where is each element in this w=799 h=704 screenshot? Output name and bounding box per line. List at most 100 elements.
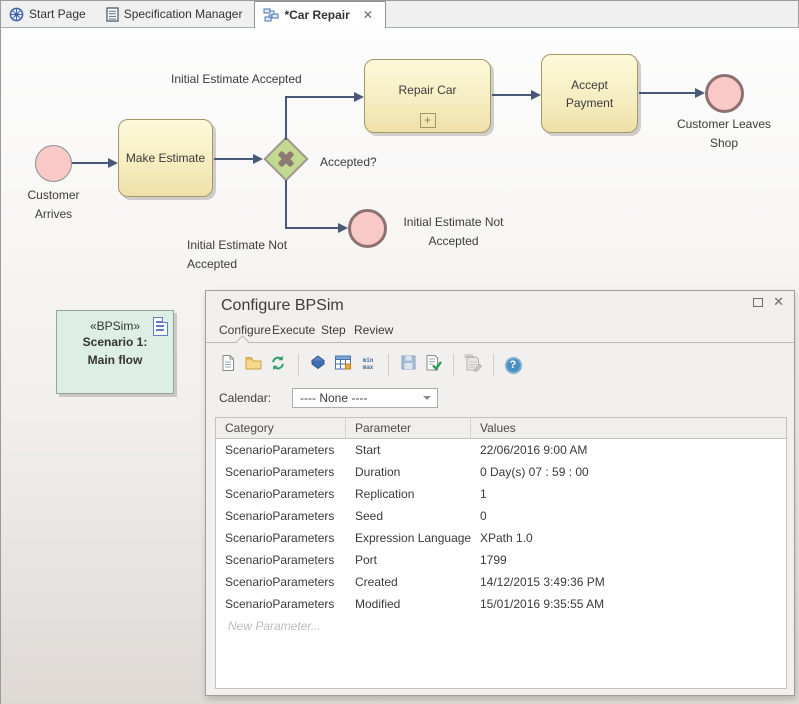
save-button[interactable] bbox=[396, 353, 420, 377]
configure-bpsim-dialog: Configure BPSim ✕ Configure Execute Step… bbox=[205, 290, 795, 696]
cell-category: ScenarioParameters bbox=[225, 597, 335, 611]
table-row[interactable]: ScenarioParameters Replication 1 bbox=[216, 483, 786, 505]
flow-not-accepted-segment[interactable] bbox=[285, 180, 287, 228]
toolbar-separator bbox=[493, 354, 494, 376]
table-icon bbox=[334, 354, 352, 376]
cell-value: 14/12/2015 3:49:36 PM bbox=[480, 575, 605, 589]
tab-start-page[interactable]: Start Page bbox=[1, 1, 98, 27]
task-accept-payment[interactable]: Accept Payment bbox=[541, 54, 638, 133]
flow-not-accepted-segment[interactable] bbox=[285, 227, 338, 229]
cell-category: ScenarioParameters bbox=[225, 531, 335, 545]
bpsim-scenario-artifact[interactable]: «BPSim» Scenario 1: Main flow bbox=[56, 310, 174, 394]
flow-accepted-segment[interactable] bbox=[285, 96, 354, 98]
calendar-label: Calendar: bbox=[219, 391, 272, 405]
dialog-toolbar: min max XML ? bbox=[206, 343, 794, 387]
artifact-name: Scenario 1: Main flow bbox=[82, 335, 148, 367]
cell-value: 0 bbox=[480, 509, 487, 523]
cell-category: ScenarioParameters bbox=[225, 509, 335, 523]
dialog-title: Configure BPSim bbox=[221, 296, 344, 314]
dialog-titlebar[interactable]: Configure BPSim ✕ bbox=[206, 291, 794, 320]
table-row[interactable]: ScenarioParameters Created 14/12/2015 3:… bbox=[216, 571, 786, 593]
table-header: Category Parameter Values bbox=[216, 418, 786, 439]
table-row[interactable]: ScenarioParameters Duration 0 Day(s) 07 … bbox=[216, 461, 786, 483]
tab-step[interactable]: Step bbox=[321, 323, 346, 337]
flow-accepted-label: Initial Estimate Accepted bbox=[171, 72, 302, 86]
tab-car-repair[interactable]: *Car Repair ✕ bbox=[254, 1, 386, 28]
refresh-icon bbox=[269, 354, 287, 377]
toolbar-separator bbox=[298, 354, 299, 376]
refresh-button[interactable] bbox=[266, 353, 290, 377]
cell-parameter: Modified bbox=[355, 597, 401, 611]
help-button[interactable]: ? bbox=[501, 353, 525, 377]
tab-specification-manager[interactable]: Specification Manager bbox=[98, 1, 255, 27]
open-button[interactable] bbox=[241, 353, 265, 377]
cell-parameter: Port bbox=[355, 553, 378, 567]
gateway-diamond bbox=[263, 136, 309, 182]
cell-parameter: Start bbox=[355, 443, 381, 457]
flow-accepted-segment[interactable] bbox=[285, 96, 287, 140]
cell-parameter: Created bbox=[355, 575, 398, 589]
task-label: Make Estimate bbox=[125, 151, 206, 165]
calendar-dropdown[interactable]: ---- None ---- bbox=[292, 388, 438, 408]
cell-value: 1799 bbox=[480, 553, 507, 567]
flow-accept-to-end[interactable] bbox=[639, 92, 695, 94]
calendar-value: ---- None ---- bbox=[300, 391, 368, 405]
arrowhead bbox=[695, 88, 705, 98]
table-row[interactable]: ScenarioParameters Start 22/06/2016 9:00… bbox=[216, 439, 786, 461]
cell-parameter: Expression Language bbox=[355, 531, 471, 545]
task-make-estimate[interactable]: Make Estimate bbox=[118, 119, 213, 197]
tab-label: *Car Repair bbox=[284, 8, 350, 22]
start-event-label: Customer Arrives bbox=[27, 188, 80, 221]
cell-category: ScenarioParameters bbox=[225, 443, 335, 457]
maximize-icon[interactable] bbox=[753, 297, 764, 307]
end-event-label: Initial Estimate Not Accepted bbox=[403, 215, 504, 248]
flow-start-to-make-estimate[interactable] bbox=[72, 162, 108, 164]
close-tab-icon[interactable]: ✕ bbox=[363, 8, 373, 22]
table-row[interactable]: ScenarioParameters Modified 15/01/2016 9… bbox=[216, 593, 786, 615]
start-event-customer-arrives[interactable] bbox=[35, 145, 72, 182]
new-parameter-row[interactable]: New Parameter... bbox=[216, 615, 786, 637]
open-folder-icon bbox=[244, 354, 263, 377]
end-event-customer-leaves[interactable] bbox=[705, 74, 744, 113]
validate-icon bbox=[424, 354, 443, 377]
minmax-button[interactable]: min max bbox=[356, 353, 380, 377]
table-row[interactable]: ScenarioParameters Seed 0 bbox=[216, 505, 786, 527]
cell-value: 15/01/2016 9:35:55 AM bbox=[480, 597, 605, 611]
xml-export-button[interactable]: XML bbox=[461, 353, 485, 377]
cell-category: ScenarioParameters bbox=[225, 465, 335, 479]
table-row[interactable]: ScenarioParameters Expression Language X… bbox=[216, 527, 786, 549]
arrowhead bbox=[253, 154, 263, 164]
column-header-category[interactable]: Category bbox=[216, 418, 346, 438]
close-icon[interactable]: ✕ bbox=[773, 295, 784, 308]
column-header-values[interactable]: Values bbox=[471, 418, 786, 438]
tab-label: Start Page bbox=[29, 7, 86, 21]
eraser-button[interactable] bbox=[306, 353, 330, 377]
artifact-document-icon bbox=[153, 317, 168, 336]
cell-category: ScenarioParameters bbox=[225, 553, 335, 567]
subprocess-marker-icon[interactable]: + bbox=[419, 113, 436, 128]
ea-window: Start Page Specification Manager *Car Re… bbox=[0, 0, 799, 704]
gateway-accepted[interactable] bbox=[263, 136, 309, 182]
validate-button[interactable] bbox=[421, 353, 445, 377]
table-button[interactable] bbox=[331, 353, 355, 377]
minmax-icon: min max bbox=[362, 357, 374, 371]
end-event-not-accepted[interactable] bbox=[348, 209, 387, 248]
tab-execute[interactable]: Execute bbox=[272, 323, 315, 337]
cell-value: XPath 1.0 bbox=[480, 531, 533, 545]
tab-label: Specification Manager bbox=[123, 7, 243, 21]
end-event-label: Customer Leaves Shop bbox=[676, 117, 772, 150]
task-repair-car[interactable]: Repair Car + bbox=[364, 59, 491, 133]
gateway-label: Accepted? bbox=[320, 155, 377, 169]
new-file-icon bbox=[219, 354, 237, 377]
eraser-icon bbox=[310, 354, 326, 376]
toolbar-separator bbox=[453, 354, 454, 376]
flow-repair-to-accept[interactable] bbox=[492, 94, 531, 96]
table-row[interactable]: ScenarioParameters Port 1799 bbox=[216, 549, 786, 571]
flow-make-estimate-to-gateway[interactable] bbox=[214, 158, 253, 160]
tab-configure[interactable]: Configure bbox=[219, 323, 271, 337]
xml-badge-label: XML bbox=[464, 354, 475, 360]
new-button[interactable] bbox=[216, 353, 240, 377]
toolbar-separator bbox=[388, 354, 389, 376]
column-header-parameter[interactable]: Parameter bbox=[346, 418, 471, 438]
tab-review[interactable]: Review bbox=[354, 323, 393, 337]
